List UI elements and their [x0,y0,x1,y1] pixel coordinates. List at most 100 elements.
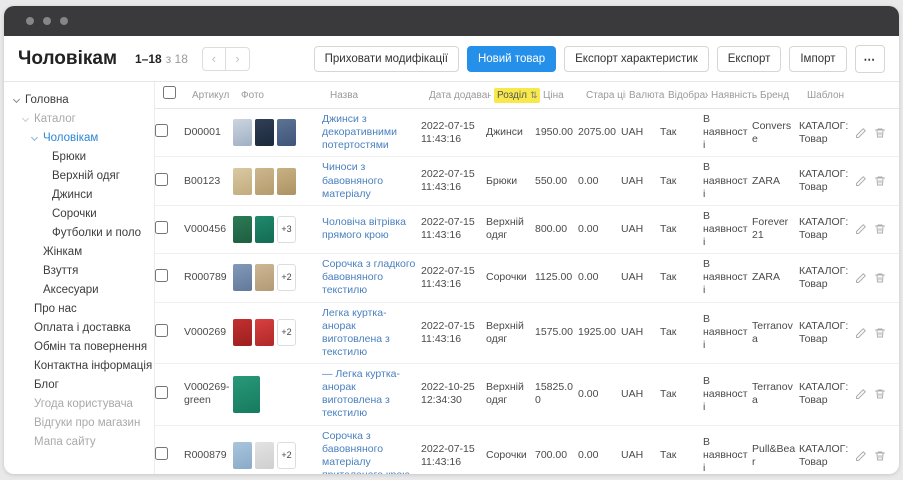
product-section: Брюки [486,175,532,188]
delete-icon[interactable] [874,272,886,284]
next-page-button[interactable]: › [226,47,250,71]
product-photo[interactable] [277,168,296,195]
product-name-link[interactable]: — Легка куртка-анорак виготовлена з текс… [322,368,400,419]
delete-icon[interactable] [874,223,886,235]
row-checkbox[interactable] [155,124,168,137]
product-date-added: 2022-07-15 11:43:16 [421,216,483,242]
product-photo[interactable] [233,376,260,413]
delete-icon[interactable] [874,127,886,139]
window-dot[interactable] [43,17,51,25]
row-checkbox[interactable] [155,324,168,337]
product-name-link[interactable]: Сорочка з гладкого бавовняного текстилю [322,258,415,296]
product-photo[interactable] [255,216,274,243]
product-name-link[interactable]: Чоловіча вітрівка прямого крою [322,216,406,241]
column-header-display[interactable]: Відображати [668,90,708,101]
delete-icon[interactable] [874,327,886,339]
export-button[interactable]: Експорт [717,46,782,72]
product-price: 1575.00 [535,326,575,339]
new-product-button[interactable]: Новий товар [467,46,556,72]
select-all-checkbox[interactable] [163,86,176,99]
row-checkbox[interactable] [155,447,168,460]
sidebar-item-чоловікам[interactable]: Чоловікам [10,129,150,148]
sidebar-item-каталог[interactable]: Каталог [10,110,150,129]
sidebar-item-мапа-сайту[interactable]: Мапа сайту [10,433,150,452]
sidebar-item-обмін-та-повернення[interactable]: Обмін та повернення [10,338,150,357]
product-old-price: 0.00 [578,175,618,188]
column-header-old-price[interactable]: Стара ціна [586,90,626,101]
sidebar-item-контактна-інформація[interactable]: Контактна інформація [10,357,150,376]
product-name-link[interactable]: Джинси з декоративними потертостями [322,113,397,151]
more-photos-badge[interactable]: +2 [277,442,296,469]
product-currency: UAH [621,271,657,284]
sidebar-item-блог[interactable]: Блог [10,376,150,395]
product-photo[interactable] [233,319,252,346]
product-photo[interactable] [233,442,252,469]
column-header-photo[interactable]: Фото [241,90,327,101]
product-photo[interactable] [255,168,274,195]
product-photo[interactable] [277,119,296,146]
column-header-availability[interactable]: Наявність [711,90,757,101]
import-button[interactable]: Імпорт [789,46,846,72]
edit-icon[interactable] [855,127,867,139]
product-availability: В наявності [703,258,749,297]
edit-icon[interactable] [855,223,867,235]
product-photo[interactable] [255,264,274,291]
sidebar-item-джинси[interactable]: Джинси [10,186,150,205]
product-name-link[interactable]: Чиноси з бавовняного матеріалу [322,161,383,199]
column-header-currency[interactable]: Валюта [629,90,665,101]
pagination-range: 1–18 [135,52,162,66]
product-photo[interactable] [233,119,252,146]
sidebar-item-оплата-і-доставка[interactable]: Оплата і доставка [10,319,150,338]
sidebar-item-про-нас[interactable]: Про нас [10,300,150,319]
column-header-section-sorted[interactable]: Розділ⇅ [494,88,540,103]
more-actions-button[interactable]: ⋯ [855,45,886,73]
delete-icon[interactable] [874,450,886,462]
product-photo[interactable] [255,119,274,146]
sidebar-item-label: Чоловікам [43,129,98,148]
sidebar-item-головна[interactable]: Головна [10,91,150,110]
product-photo[interactable] [233,168,252,195]
row-checkbox[interactable] [155,221,168,234]
sidebar-item-взуття[interactable]: Взуття [10,262,150,281]
hide-modifications-button[interactable]: Приховати модифікації [314,46,459,72]
column-header-template[interactable]: Шаблон [807,90,863,101]
product-photo[interactable] [233,264,252,291]
product-photo[interactable] [255,442,274,469]
edit-icon[interactable] [855,450,867,462]
sidebar-item-відгуки-про-магазин[interactable]: Відгуки про магазин [10,414,150,433]
product-availability: В наявності [703,313,749,352]
more-photos-badge[interactable]: +3 [277,216,296,243]
column-header-name[interactable]: Назва [330,90,426,101]
edit-icon[interactable] [855,175,867,187]
prev-page-button[interactable]: ‹ [202,47,226,71]
row-checkbox[interactable] [155,269,168,282]
row-checkbox[interactable] [155,386,168,399]
sidebar-item-аксесуари[interactable]: Аксесуари [10,281,150,300]
product-photo[interactable] [233,216,252,243]
column-header-date[interactable]: Дата додавання [429,90,491,101]
more-photos-badge[interactable]: +2 [277,264,296,291]
table-row: V000269 +2 Легка куртка-анорак виготовле… [155,303,899,365]
edit-icon[interactable] [855,327,867,339]
edit-icon[interactable] [855,272,867,284]
sidebar-item-сорочки[interactable]: Сорочки [10,205,150,224]
row-checkbox[interactable] [155,173,168,186]
sidebar-item-брюки[interactable]: Брюки [10,148,150,167]
window-dot[interactable] [60,17,68,25]
product-photo[interactable] [255,319,274,346]
sidebar-item-угода-користувача[interactable]: Угода користувача [10,395,150,414]
delete-icon[interactable] [874,388,886,400]
sidebar-item-футболки-и-поло[interactable]: Футболки и поло [10,224,150,243]
delete-icon[interactable] [874,175,886,187]
column-header-sku[interactable]: Артикул [192,90,238,101]
column-header-brand[interactable]: Бренд [760,90,804,101]
more-photos-badge[interactable]: +2 [277,319,296,346]
sidebar-item-верхній-одяг[interactable]: Верхній одяг [10,167,150,186]
product-name-link[interactable]: Легка куртка-анорак виготовлена з тексти… [322,307,390,358]
product-name-link[interactable]: Сорочка з бавовняного матеріалу притален… [322,430,410,475]
edit-icon[interactable] [855,388,867,400]
window-dot[interactable] [26,17,34,25]
sidebar-item-жінкам[interactable]: Жінкам [10,243,150,262]
column-header-price[interactable]: Ціна [543,90,583,101]
export-characteristics-button[interactable]: Експорт характеристик [564,46,709,72]
